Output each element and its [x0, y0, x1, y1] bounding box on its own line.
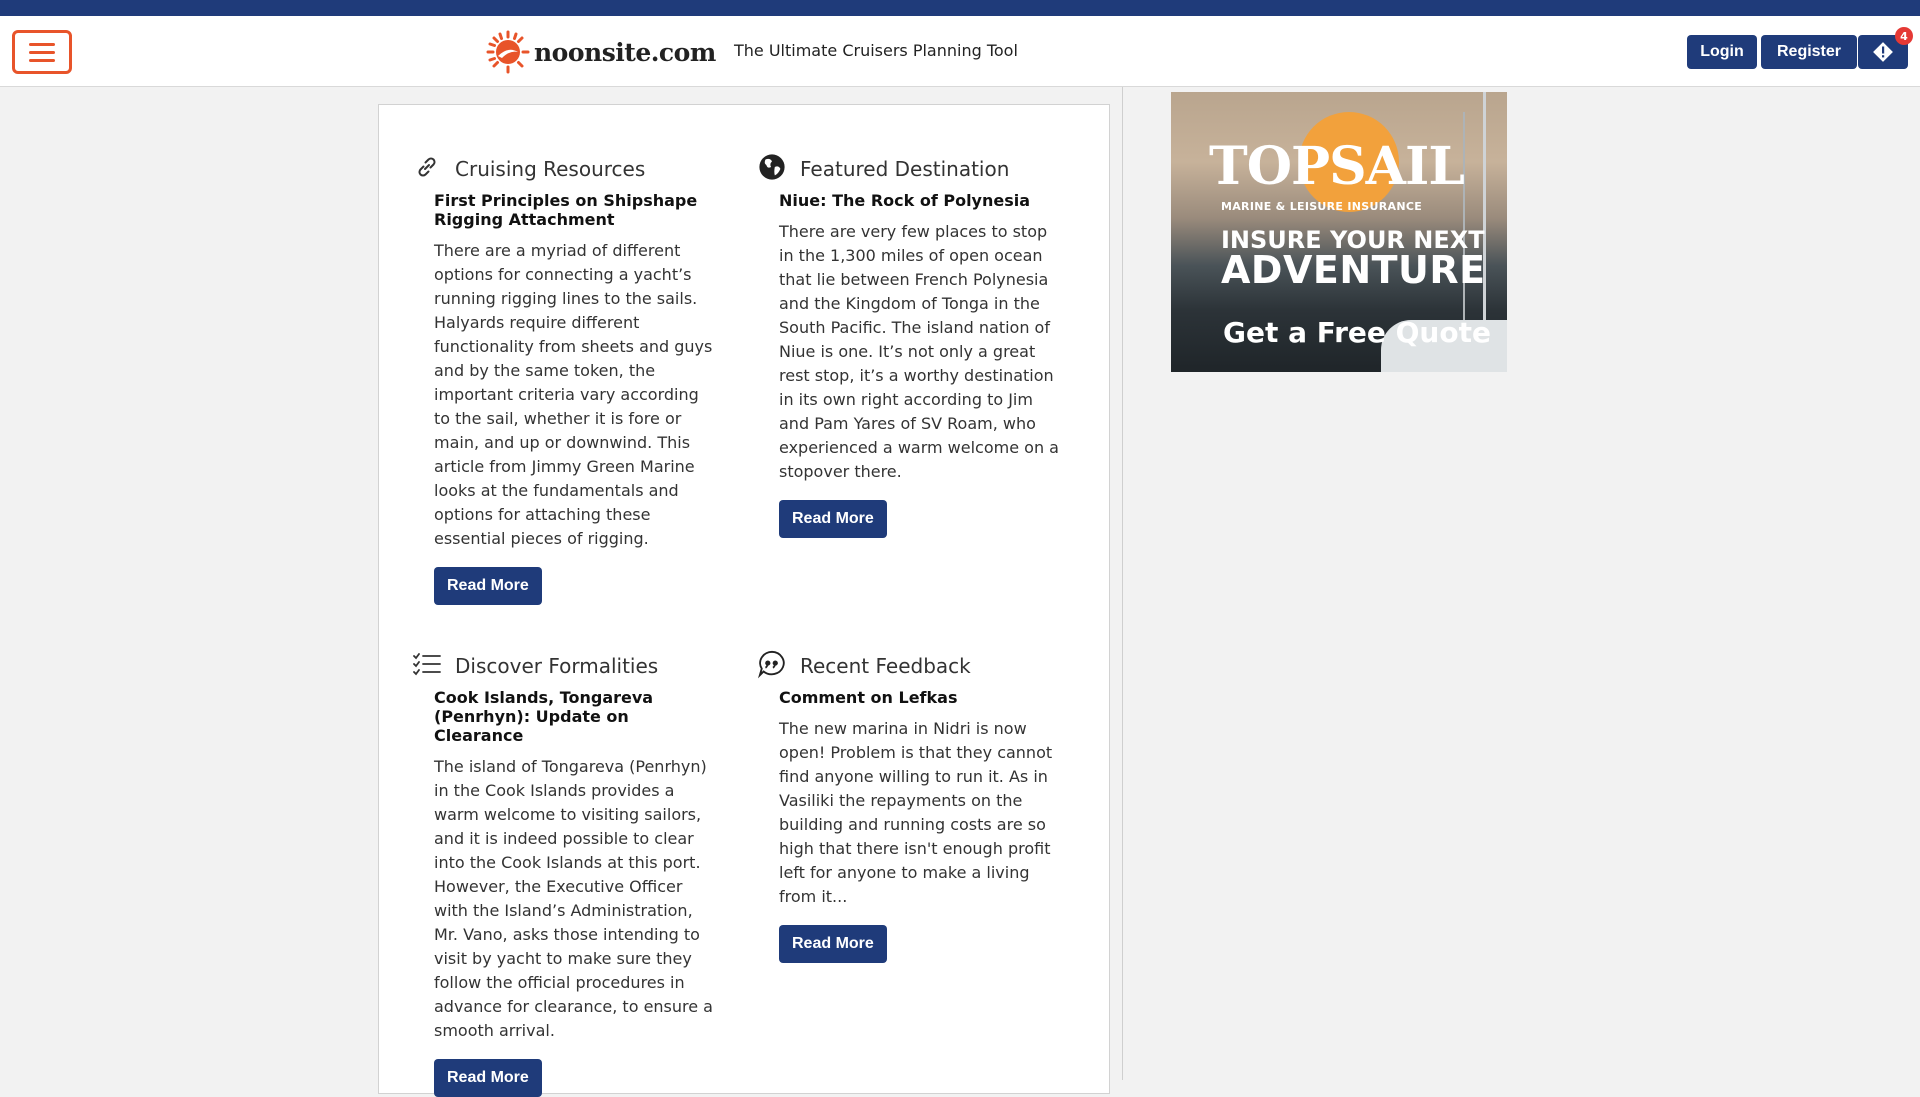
link-icon — [413, 153, 441, 181]
card-title[interactable]: Featured Destination — [800, 157, 1009, 181]
read-more-button[interactable]: Read More — [434, 1059, 542, 1097]
ad-cta[interactable]: Get a Free Quote — [1223, 316, 1491, 349]
featured-destination-card: Featured Destination Niue: The Rock of P… — [758, 153, 1059, 538]
menu-bar-icon — [29, 50, 55, 54]
read-more-button[interactable]: Read More — [434, 567, 542, 605]
login-button[interactable]: Login — [1687, 35, 1757, 69]
logo-wordmark: noonsite.com — [534, 37, 716, 67]
ad-mast-graphic — [1483, 92, 1486, 342]
card-title[interactable]: Discover Formalities — [455, 654, 658, 678]
menu-bar-icon — [29, 58, 55, 62]
site-logo[interactable]: noonsite.com — [486, 30, 716, 74]
quote-bubble-icon — [758, 650, 786, 679]
alert-count-badge: 4 — [1895, 27, 1913, 45]
site-header: noonsite.com The Ultimate Cruisers Plann… — [0, 16, 1920, 87]
hamburger-menu-button[interactable] — [12, 30, 72, 74]
card-title[interactable]: Cruising Resources — [455, 157, 645, 181]
read-more-button[interactable]: Read More — [779, 500, 887, 538]
article-title-link[interactable]: Niue: The Rock of Polynesia — [779, 191, 1059, 210]
top-accent-strip — [0, 0, 1920, 16]
discover-formalities-card: Discover Formalities Cook Islands, Tonga… — [413, 650, 713, 1097]
article-title-link[interactable]: Cook Islands, Tongareva (Penrhyn): Updat… — [434, 688, 714, 745]
cruising-resources-card: Cruising Resources First Principles on S… — [413, 153, 713, 605]
alert-diamond-icon — [1873, 42, 1893, 62]
ad-headline-large: ADVENTURE — [1221, 248, 1486, 292]
sun-logo-icon — [486, 30, 530, 74]
article-title-link[interactable]: Comment on Lefkas — [779, 688, 1059, 707]
article-excerpt: The island of Tongareva (Penrhyn) in the… — [434, 757, 713, 1040]
card-title[interactable]: Recent Feedback — [800, 654, 971, 678]
menu-bar-icon — [29, 42, 55, 46]
ad-brand-logo: TOPSAIL — [1209, 136, 1465, 197]
article-excerpt: The new marina in Nidri is now open! Pro… — [779, 719, 1053, 906]
register-button[interactable]: Register — [1761, 35, 1857, 69]
read-more-button[interactable]: Read More — [779, 925, 887, 963]
topsail-insurance-ad[interactable]: TOPSAIL MARINE & LEISURE INSURANCE INSUR… — [1171, 92, 1507, 372]
ad-brand-subtitle: MARINE & LEISURE INSURANCE — [1221, 200, 1423, 213]
recent-feedback-card: Recent Feedback Comment on Lefkas The ne… — [758, 650, 1058, 963]
article-excerpt: There are very few places to stop in the… — [779, 222, 1059, 481]
article-title-link[interactable]: First Principles on Shipshape Rigging At… — [434, 191, 714, 229]
globe-icon — [758, 153, 786, 181]
content-panel: Cruising Resources First Principles on S… — [378, 104, 1110, 1097]
site-tagline: The Ultimate Cruisers Planning Tool — [734, 41, 1018, 60]
column-divider — [1122, 87, 1123, 1080]
article-excerpt: There are a myriad of different options … — [434, 241, 713, 548]
checklist-icon — [413, 650, 441, 678]
